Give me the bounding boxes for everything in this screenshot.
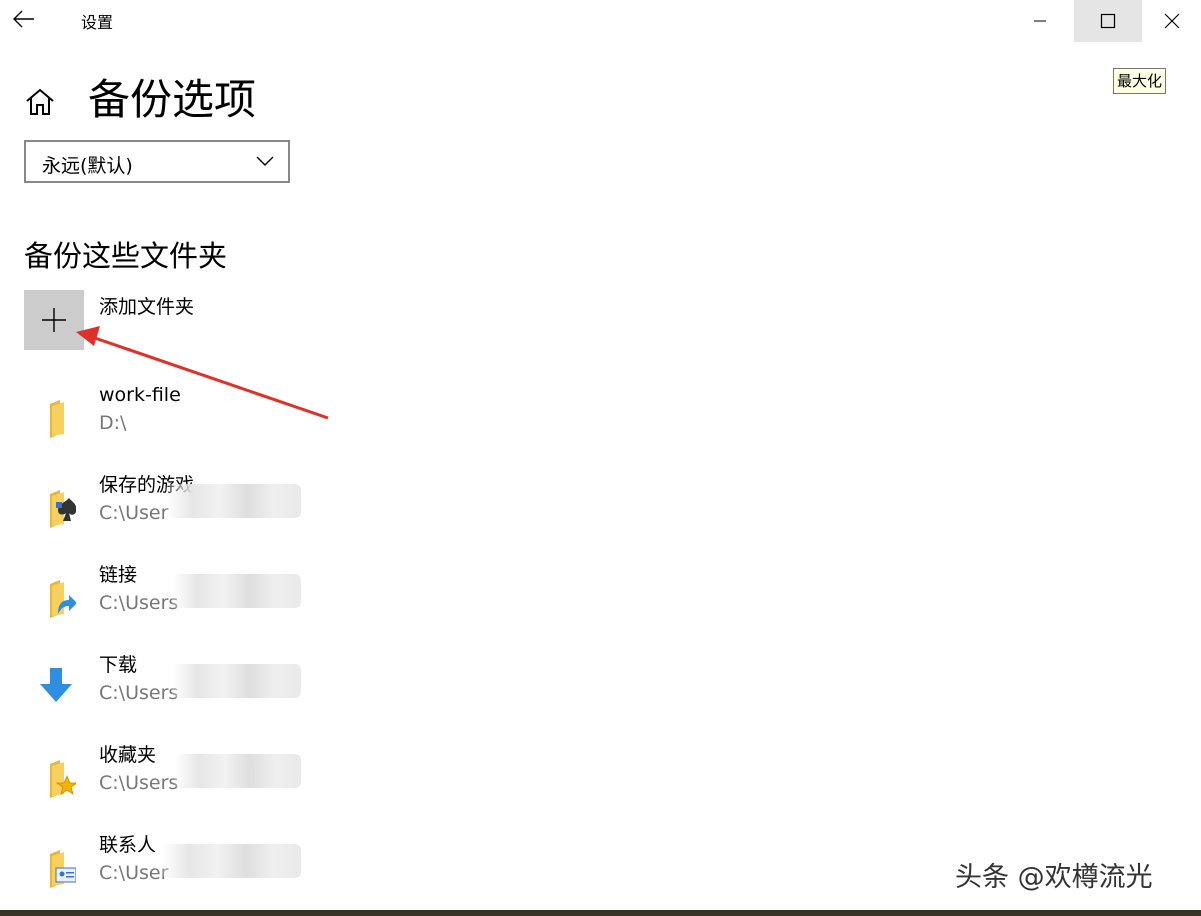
folder-name: 收藏夹 [99,744,157,766]
folder-name: 链接 [99,564,138,586]
home-icon [26,88,54,115]
privacy-blur [166,484,301,518]
retention-dropdown[interactable]: 永远(默认) [24,140,290,183]
folder-item[interactable]: 链接 C:\Users [24,562,424,632]
watermark: 头条 @欢樽流光 [955,862,1153,893]
back-button[interactable] [6,2,42,36]
title-bar: 设置 [0,0,1201,42]
saved-games-folder-icon [50,490,76,528]
folder-path: C:\Users [99,772,179,794]
settings-window: 设置 最大化 备份选项 永远(默认) 备份这些文件夹 添加文件夹 work-fi… [0,0,1201,916]
privacy-blur [172,574,301,608]
privacy-blur [172,664,301,698]
folder-name: work-file [99,384,181,406]
maximize-button[interactable] [1074,0,1142,42]
folder-item[interactable]: 联系人 C:\User [24,832,424,902]
folder-item[interactable]: 下载 C:\Users [24,652,424,722]
folder-path: C:\User [99,862,169,884]
add-folder-button[interactable] [24,290,84,350]
backup-folders-heading: 备份这些文件夹 [24,239,228,273]
page-title: 备份选项 [88,75,257,124]
maximize-tooltip: 最大化 [1113,68,1167,94]
maximize-icon [1100,13,1116,29]
add-folder-label[interactable]: 添加文件夹 [99,292,194,319]
privacy-blur [174,754,301,788]
home-button[interactable] [24,86,56,118]
minimize-button[interactable] [1006,0,1074,42]
folder-path: C:\User [99,502,169,524]
privacy-blur [162,844,301,878]
folder-path: C:\Users [99,592,179,614]
close-button[interactable] [1142,0,1201,42]
contacts-folder-icon [50,850,76,888]
folder-name: 联系人 [99,834,157,856]
folder-item[interactable]: work-file D:\ [24,382,424,452]
folder-item[interactable]: 收藏夹 C:\Users [24,742,424,812]
retention-selected-value: 永远(默认) [42,155,133,177]
back-arrow-icon [13,10,34,28]
minimize-icon [1034,20,1046,22]
window-title: 设置 [81,13,114,32]
folder-item[interactable]: 保存的游戏 C:\User [24,472,424,542]
links-folder-icon [50,580,76,618]
desktop-strip [0,910,1201,916]
favorites-folder-icon [50,760,76,798]
plus-icon [42,308,66,332]
download-arrow-icon [40,668,72,702]
folder-path: D:\ [99,412,127,434]
chevron-down-icon [256,156,274,166]
close-icon [1164,13,1179,29]
folder-path: C:\Users [99,682,179,704]
folder-name: 下载 [99,654,138,676]
folder-icon [50,400,64,438]
